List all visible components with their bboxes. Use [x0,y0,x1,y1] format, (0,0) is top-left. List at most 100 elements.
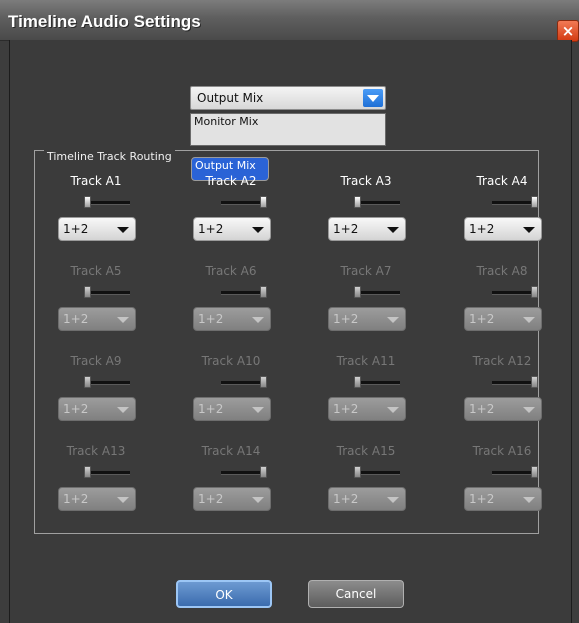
pan-slider-knob[interactable] [84,466,91,478]
track-label: Track A1 [70,174,122,188]
track-label: Track A11 [336,354,396,368]
track-output-dropdown[interactable]: 1+2 [58,487,136,511]
pan-slider-knob[interactable] [354,466,361,478]
pan-slider-knob[interactable] [260,466,267,478]
title-bar: Timeline Audio Settings [0,0,579,41]
track-cell: Track A4 1+2 [464,174,574,254]
track-output-dropdown[interactable]: 1+2 [193,397,271,421]
pan-slider-rail [356,381,400,385]
mix-option-monitor[interactable]: Monitor Mix [191,114,385,129]
pan-slider[interactable] [221,376,267,390]
track-output-dropdown[interactable]: 1+2 [464,487,542,511]
chevron-down-icon [523,317,535,323]
track-output-dropdown[interactable]: 1+2 [328,397,406,421]
track-label: Track A16 [472,444,532,458]
track-output-dropdown[interactable]: 1+2 [464,217,542,241]
chevron-down-icon [387,227,399,233]
pan-slider[interactable] [492,286,538,300]
chevron-down-icon [117,497,129,503]
pan-slider-knob[interactable] [260,376,267,388]
track-cell: Track A5 1+2 [58,264,168,344]
chevron-down-icon [252,227,264,233]
track-output-dropdown[interactable]: 1+2 [58,217,136,241]
track-output-value: 1+2 [198,312,224,326]
pan-slider[interactable] [221,466,267,480]
pan-slider[interactable] [492,466,538,480]
pan-slider-rail [492,201,536,205]
track-output-value: 1+2 [469,402,495,416]
track-output-dropdown[interactable]: 1+2 [464,307,542,331]
pan-slider[interactable] [354,376,400,390]
cancel-button[interactable]: Cancel [308,580,404,608]
chevron-down-icon [387,497,399,503]
track-output-dropdown[interactable]: 1+2 [328,307,406,331]
pan-slider-rail [221,291,265,295]
track-output-dropdown[interactable]: 1+2 [193,217,271,241]
pan-slider-rail [356,201,400,205]
pan-slider-knob[interactable] [354,376,361,388]
track-output-value: 1+2 [198,402,224,416]
pan-slider[interactable] [84,286,130,300]
track-output-dropdown[interactable]: 1+2 [328,217,406,241]
track-cell: Track A10 1+2 [193,354,303,434]
chevron-down-icon[interactable] [363,89,383,107]
track-output-dropdown[interactable]: 1+2 [464,397,542,421]
track-label: Track A13 [66,444,126,458]
pan-slider[interactable] [354,466,400,480]
pan-slider-rail [221,471,265,475]
track-output-value: 1+2 [333,402,359,416]
chevron-down-icon [387,407,399,413]
track-label: Track A7 [340,264,392,278]
track-cell: Track A14 1+2 [193,444,303,524]
ok-button[interactable]: OK [176,580,272,608]
track-label: Track A15 [336,444,396,458]
pan-slider[interactable] [221,196,267,210]
track-output-dropdown[interactable]: 1+2 [58,397,136,421]
track-cell: Track A1 1+2 [58,174,168,254]
chevron-down-icon [117,227,129,233]
pan-slider[interactable] [221,286,267,300]
pan-slider-knob[interactable] [531,196,538,208]
mix-dropdown[interactable]: Output Mix [190,86,386,110]
track-output-dropdown[interactable]: 1+2 [193,487,271,511]
mix-dropdown-list: Output Mix Monitor Mix [190,113,386,181]
pan-slider-rail [492,381,536,385]
track-output-value: 1+2 [198,492,224,506]
track-output-value: 1+2 [469,222,495,236]
pan-slider-knob[interactable] [84,196,91,208]
pan-slider[interactable] [492,196,538,210]
pan-slider[interactable] [84,466,130,480]
pan-slider-knob[interactable] [84,286,91,298]
pan-slider[interactable] [492,376,538,390]
pan-slider[interactable] [354,196,400,210]
track-label: Track A2 [205,174,257,188]
pan-slider-rail [86,201,130,205]
track-output-value: 1+2 [63,222,89,236]
pan-slider-knob[interactable] [260,196,267,208]
pan-slider-knob[interactable] [354,196,361,208]
pan-slider-knob[interactable] [354,286,361,298]
track-label: Track A9 [70,354,122,368]
pan-slider[interactable] [84,376,130,390]
track-cell: Track A12 1+2 [464,354,574,434]
track-output-value: 1+2 [198,222,224,236]
pan-slider-knob[interactable] [84,376,91,388]
track-output-dropdown[interactable]: 1+2 [58,307,136,331]
track-output-dropdown[interactable]: 1+2 [328,487,406,511]
pan-slider[interactable] [84,196,130,210]
track-output-dropdown[interactable]: 1+2 [193,307,271,331]
pan-slider-knob[interactable] [260,286,267,298]
track-cell: Track A16 1+2 [464,444,574,524]
pan-slider-knob[interactable] [531,286,538,298]
track-cell: Track A7 1+2 [328,264,438,344]
track-cell: Track A8 1+2 [464,264,574,344]
close-button[interactable]: × [557,20,579,42]
pan-slider[interactable] [354,286,400,300]
track-output-value: 1+2 [63,312,89,326]
chevron-down-icon [252,407,264,413]
close-icon: × [561,22,575,40]
track-cell: Track A15 1+2 [328,444,438,524]
pan-slider-knob[interactable] [531,376,538,388]
pan-slider-knob[interactable] [531,466,538,478]
chevron-down-icon [387,317,399,323]
